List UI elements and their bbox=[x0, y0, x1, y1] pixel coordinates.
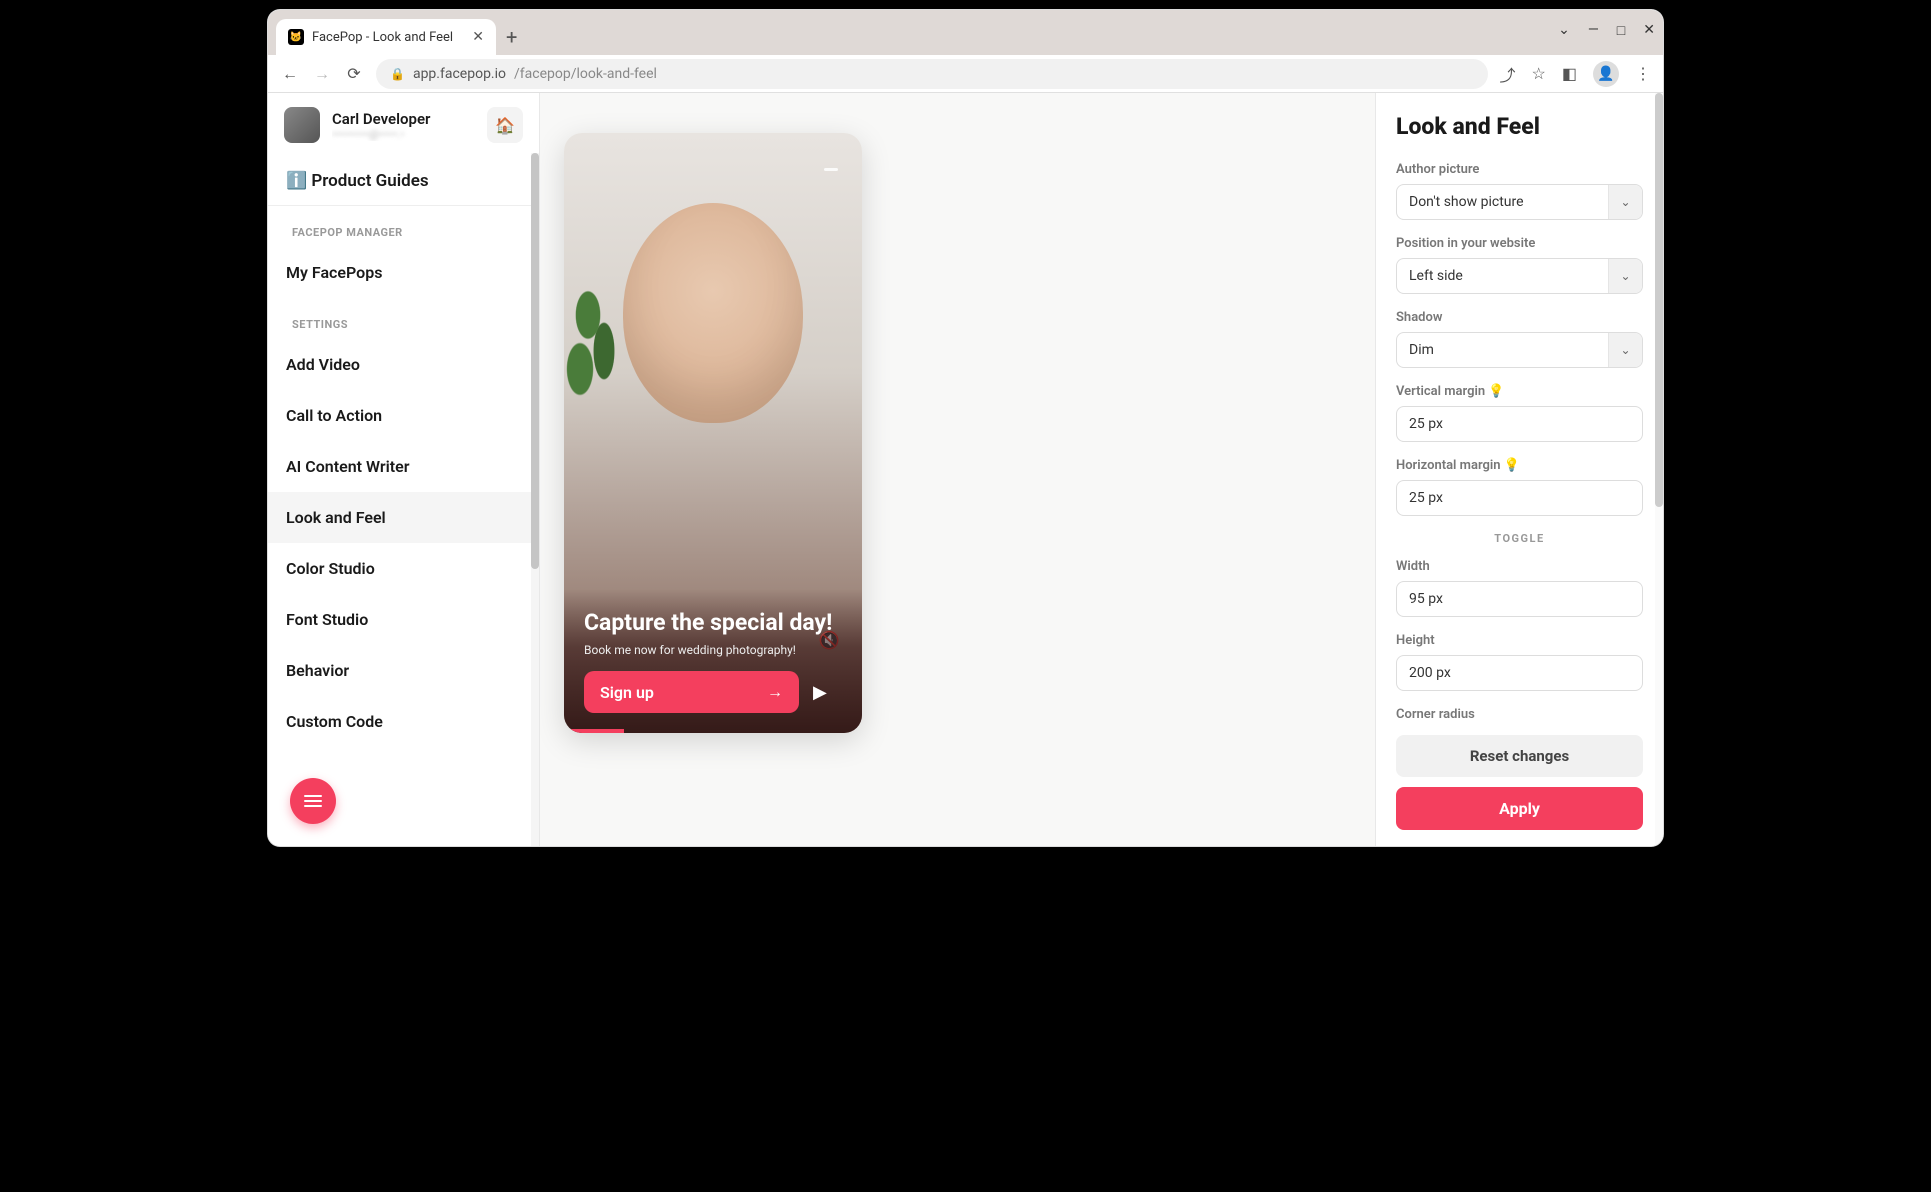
close-window-icon[interactable]: ✕ bbox=[1643, 22, 1655, 39]
panel-title: Look and Feel bbox=[1396, 113, 1643, 140]
chevron-down-icon: ⌄ bbox=[1608, 185, 1642, 219]
settings-panel: Look and Feel Author picture Don't show … bbox=[1375, 93, 1663, 846]
maximize-icon[interactable]: □ bbox=[1617, 22, 1625, 39]
url-input[interactable]: 🔒 app.facepop.io/facepop/look-and-feel bbox=[376, 59, 1488, 89]
browser-menu-icon[interactable]: ⋮ bbox=[1635, 64, 1651, 83]
chevron-down-icon: ⌄ bbox=[1608, 259, 1642, 293]
select-author-picture[interactable]: Don't show picture ⌄ bbox=[1396, 184, 1643, 220]
reset-button[interactable]: Reset changes bbox=[1396, 735, 1643, 777]
select-value: Don't show picture bbox=[1397, 185, 1608, 219]
sidebar-item-call-to-action[interactable]: Call to Action bbox=[268, 390, 539, 441]
arrow-right-icon: → bbox=[767, 682, 783, 702]
minimize-icon[interactable]: — bbox=[1588, 22, 1599, 39]
browser-tab[interactable]: 🐱 FacePop - Look and Feel ✕ bbox=[276, 19, 496, 55]
home-button[interactable]: 🏠 bbox=[487, 107, 523, 143]
toggle-section-header: TOGGLE bbox=[1396, 532, 1643, 545]
sidebar-item-ai-content-writer[interactable]: AI Content Writer bbox=[268, 441, 539, 492]
titlebar: 🐱 FacePop - Look and Feel ✕ + ⌄ — □ ✕ bbox=[268, 10, 1663, 55]
user-name: Carl Developer bbox=[332, 110, 475, 128]
sidebar-item-custom-code[interactable]: Custom Code bbox=[268, 696, 539, 747]
input-horizontal-margin[interactable]: 25 px bbox=[1396, 480, 1643, 516]
close-tab-icon[interactable]: ✕ bbox=[472, 29, 484, 45]
sidebar-item-color-studio[interactable]: Color Studio bbox=[268, 543, 539, 594]
label-horizontal-margin: Horizontal margin 💡 bbox=[1396, 458, 1643, 473]
label-corner-radius: Corner radius bbox=[1396, 707, 1643, 722]
portrait-face bbox=[623, 203, 803, 423]
video-progress[interactable] bbox=[564, 729, 624, 733]
lock-icon: 🔒 bbox=[390, 67, 405, 81]
preview-area: 🔇 Capture the special day! Book me now f… bbox=[540, 93, 1375, 846]
select-value: Dim bbox=[1397, 333, 1608, 367]
play-icon[interactable]: ▶ bbox=[813, 682, 827, 703]
label-height: Height bbox=[1396, 633, 1643, 648]
sidebar-item-font-studio[interactable]: Font Studio bbox=[268, 594, 539, 645]
reload-button[interactable]: ⟳ bbox=[344, 64, 364, 83]
section-label-settings: SETTINGS bbox=[268, 298, 539, 339]
input-vertical-margin[interactable]: 25 px bbox=[1396, 406, 1643, 442]
sidebar-item-behavior[interactable]: Behavior bbox=[268, 645, 539, 696]
bookmark-icon[interactable]: ☆ bbox=[1532, 64, 1546, 83]
label-shadow: Shadow bbox=[1396, 310, 1643, 325]
menu-fab-button[interactable] bbox=[290, 778, 336, 824]
user-avatar bbox=[284, 107, 320, 143]
preview-title: Capture the special day! bbox=[584, 609, 842, 637]
chevron-down-icon: ⌄ bbox=[1608, 333, 1642, 367]
home-icon: 🏠 bbox=[495, 116, 515, 135]
minimize-indicator-icon[interactable] bbox=[824, 168, 838, 171]
input-height[interactable]: 200 px bbox=[1396, 655, 1643, 691]
back-button[interactable]: ← bbox=[280, 64, 300, 84]
sidebar: Carl Developer ••••••••••@•••••.• 🏠 ℹ️ P… bbox=[268, 93, 540, 846]
url-path: /facepop/look-and-feel bbox=[514, 66, 657, 82]
browser-window: 🐱 FacePop - Look and Feel ✕ + ⌄ — □ ✕ ← … bbox=[268, 10, 1663, 846]
section-label-manager: FACEPOP MANAGER bbox=[268, 206, 539, 247]
user-email: ••••••••••@•••••.• bbox=[332, 128, 475, 141]
signup-button[interactable]: Sign up → bbox=[584, 671, 799, 713]
overflow-icon[interactable]: ⌄ bbox=[1558, 22, 1570, 39]
select-value: Left side bbox=[1397, 259, 1608, 293]
video-preview: 🔇 Capture the special day! Book me now f… bbox=[564, 133, 862, 733]
apply-button[interactable]: Apply bbox=[1396, 787, 1643, 830]
forward-button[interactable]: → bbox=[312, 64, 332, 84]
panel-scrollbar[interactable] bbox=[1655, 93, 1663, 846]
address-bar: ← → ⟳ 🔒 app.facepop.io/facepop/look-and-… bbox=[268, 55, 1663, 93]
sidebar-item-add-video[interactable]: Add Video bbox=[268, 339, 539, 390]
app-content: Carl Developer ••••••••••@•••••.• 🏠 ℹ️ P… bbox=[268, 93, 1663, 846]
new-tab-button[interactable]: + bbox=[496, 19, 527, 55]
label-author-picture: Author picture bbox=[1396, 162, 1643, 177]
tab-title: FacePop - Look and Feel bbox=[312, 30, 453, 45]
sidepanel-icon[interactable]: ◧ bbox=[1562, 64, 1577, 83]
select-position[interactable]: Left side ⌄ bbox=[1396, 258, 1643, 294]
input-width[interactable]: 95 px bbox=[1396, 581, 1643, 617]
signup-label: Sign up bbox=[600, 683, 654, 702]
select-shadow[interactable]: Dim ⌄ bbox=[1396, 332, 1643, 368]
profile-avatar-icon[interactable]: 👤 bbox=[1593, 61, 1619, 87]
label-position: Position in your website bbox=[1396, 236, 1643, 251]
preview-subtitle: Book me now for wedding photography! bbox=[584, 643, 842, 657]
hamburger-icon bbox=[304, 795, 322, 807]
sidebar-item-my-facepops[interactable]: My FacePops bbox=[268, 247, 539, 298]
url-host: app.facepop.io bbox=[413, 66, 506, 82]
share-icon[interactable]: ⤴ bbox=[1500, 62, 1516, 86]
user-row: Carl Developer ••••••••••@•••••.• 🏠 bbox=[268, 93, 539, 157]
sidebar-item-look-and-feel[interactable]: Look and Feel bbox=[268, 492, 539, 543]
sidebar-scrollbar[interactable] bbox=[531, 153, 539, 846]
product-guides-link[interactable]: ℹ️ Product Guides bbox=[268, 157, 539, 206]
main-area: 🔇 Capture the special day! Book me now f… bbox=[540, 93, 1663, 846]
favicon-icon: 🐱 bbox=[288, 29, 304, 45]
label-width: Width bbox=[1396, 559, 1643, 574]
preview-overlay: Capture the special day! Book me now for… bbox=[564, 589, 862, 733]
label-vertical-margin: Vertical margin 💡 bbox=[1396, 384, 1643, 399]
